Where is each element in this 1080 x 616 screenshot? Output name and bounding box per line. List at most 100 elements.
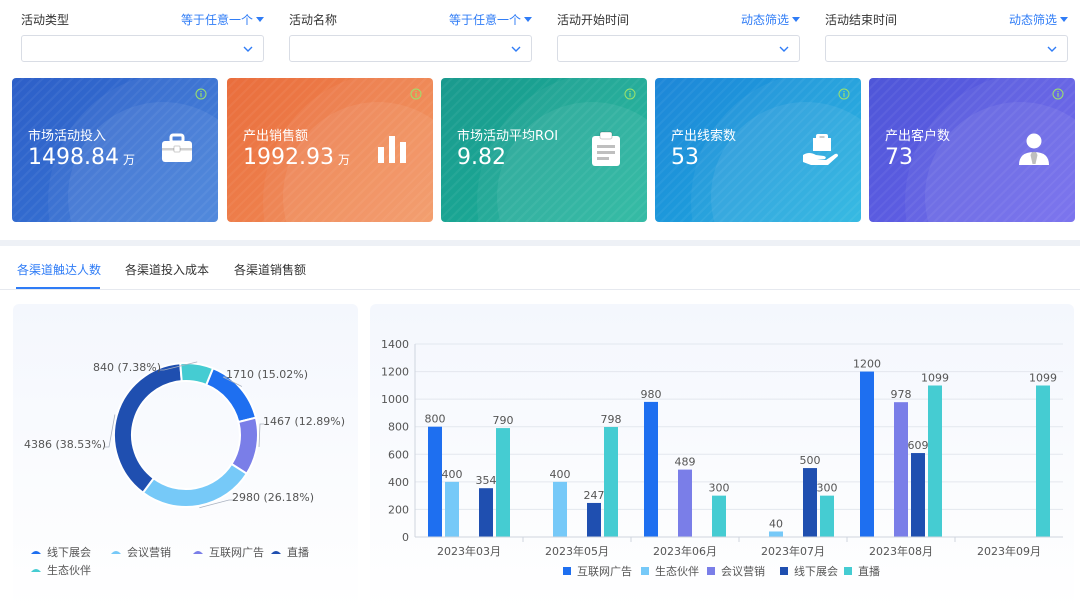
legend-marker: [641, 567, 649, 575]
bar[interactable]: [428, 426, 442, 537]
x-tick-label: 2023年07月: [761, 544, 825, 558]
info-icon[interactable]: [195, 88, 207, 100]
filter-value-select[interactable]: [21, 35, 264, 62]
filter-header: 活动开始时间 动态筛选: [557, 8, 800, 30]
filter-operator-label: 等于任意一个: [448, 12, 521, 27]
filter-1: 活动类型 等于任意一个: [21, 8, 264, 62]
bar-data-label: 300: [817, 482, 838, 495]
slice-data-label: 1467 (12.89%): [263, 415, 345, 428]
bar[interactable]: [911, 453, 925, 537]
legend-marker: [193, 551, 203, 554]
bar[interactable]: [769, 531, 783, 537]
bar[interactable]: [604, 426, 618, 537]
bar[interactable]: [496, 428, 510, 537]
tab-channel-sales[interactable]: 各渠道销售额: [234, 261, 306, 278]
bar[interactable]: [678, 469, 692, 537]
tab-channel-reach[interactable]: 各渠道触达人数: [17, 261, 101, 278]
filter-value-select[interactable]: [825, 35, 1068, 62]
bar[interactable]: [928, 385, 942, 537]
legend-marker: [31, 551, 41, 554]
chevron-down-icon: [243, 46, 253, 52]
y-tick-label: 400: [388, 476, 409, 489]
kpi-card-4: 产出线索数 53: [655, 78, 861, 222]
filter-operator-label: 动态筛选: [740, 12, 789, 27]
tab-channel-cost[interactable]: 各渠道投入成本: [125, 261, 209, 278]
donut-slice[interactable]: [113, 362, 183, 495]
kpi-card-2: 产出销售额 1992.93 万: [227, 78, 433, 222]
filter-header: 活动结束时间 动态筛选: [825, 8, 1068, 30]
filter-header: 活动名称 等于任意一个: [289, 8, 532, 30]
filter-operator-label: 等于任意一个: [180, 12, 253, 27]
bar[interactable]: [803, 468, 817, 537]
filter-3: 活动开始时间 动态筛选: [557, 8, 800, 62]
legend-label[interactable]: 会议营销: [127, 545, 171, 559]
legend-marker: [844, 567, 852, 575]
legend-label[interactable]: 互联网广告: [577, 565, 632, 578]
bar-data-label: 1099: [1029, 371, 1057, 384]
y-tick-label: 200: [388, 503, 409, 516]
bar-data-label: 790: [493, 414, 514, 427]
bar[interactable]: [553, 481, 567, 537]
filter-operator-label: 动态筛选: [1008, 12, 1057, 27]
filter-2: 活动名称 等于任意一个: [289, 8, 532, 62]
filter-operator-dropdown[interactable]: 动态筛选: [741, 11, 800, 28]
bar[interactable]: [445, 481, 459, 537]
bar-data-label: 1200: [853, 358, 881, 371]
kpi-unit: 万: [337, 153, 350, 167]
donut-slice[interactable]: [179, 362, 215, 387]
filter-operator-dropdown[interactable]: 等于任意一个: [449, 11, 532, 28]
legend-label[interactable]: 直播: [858, 564, 880, 578]
bar[interactable]: [1036, 385, 1050, 537]
slice-data-label: 1710 (15.02%): [226, 368, 308, 381]
bar[interactable]: [479, 488, 493, 537]
legend-label[interactable]: 生态伙伴: [47, 563, 91, 577]
bar[interactable]: [644, 401, 658, 537]
kpi-value: 9.82: [457, 145, 506, 170]
legend-label[interactable]: 会议营销: [721, 564, 765, 578]
bar-data-label: 800: [425, 413, 446, 426]
bar[interactable]: [820, 495, 834, 537]
filter-label: 活动结束时间: [825, 12, 898, 27]
filter-operator-dropdown[interactable]: 等于任意一个: [181, 11, 264, 28]
legend-label[interactable]: 互联网广告: [209, 546, 264, 559]
bar-data-label: 798: [601, 413, 622, 426]
info-icon[interactable]: [624, 88, 636, 100]
kpi-unit: 万: [122, 153, 135, 167]
x-tick-label: 2023年06月: [653, 544, 717, 558]
x-tick-label: 2023年03月: [437, 544, 501, 558]
filter-value-select[interactable]: [289, 35, 532, 62]
bar-data-label: 40: [769, 517, 783, 530]
info-icon[interactable]: [838, 88, 850, 100]
caret-down-icon: [792, 16, 800, 22]
bar-chart-icon: [378, 136, 406, 163]
filter-operator-dropdown[interactable]: 动态筛选: [1009, 11, 1068, 28]
channel-tabs: 各渠道触达人数 各渠道投入成本 各渠道销售额: [0, 246, 1080, 290]
donut-slice[interactable]: [230, 416, 259, 476]
bar[interactable]: [860, 371, 874, 537]
info-icon[interactable]: [410, 88, 422, 100]
legend-label[interactable]: 直播: [287, 545, 309, 559]
channel-analysis-panel: 各渠道触达人数 各渠道投入成本 各渠道销售额 1710 (15.02%) 1467…: [0, 246, 1080, 616]
chevron-down-icon: [779, 46, 789, 52]
legend-label[interactable]: 生态伙伴: [655, 564, 699, 578]
filter-value-select[interactable]: [557, 35, 800, 62]
legend-marker: [31, 569, 41, 572]
caret-down-icon: [256, 16, 264, 22]
info-icon[interactable]: [1052, 88, 1064, 100]
bar-data-label: 247: [584, 489, 605, 502]
legend-label[interactable]: 线下展会: [794, 564, 838, 578]
x-tick-label: 2023年08月: [869, 544, 933, 558]
kpi-value-row: 1992.93 万: [243, 145, 350, 170]
kpi-value: 1992.93: [243, 145, 334, 170]
legend-label[interactable]: 线下展会: [47, 545, 91, 559]
donut-chart-card: 1710 (15.02%) 1467 (12.89%) 2980 (26.18%) 4…: [13, 304, 358, 612]
y-tick-label: 0: [402, 531, 409, 544]
bar[interactable]: [587, 502, 601, 537]
legend-marker: [780, 567, 788, 575]
clipboard-icon: [592, 131, 620, 166]
bar-data-label: 978: [891, 388, 912, 401]
y-tick-label: 1400: [381, 338, 409, 351]
bar[interactable]: [712, 495, 726, 537]
bar[interactable]: [894, 402, 908, 537]
kpi-card-5: 产出客户数 73: [869, 78, 1075, 222]
